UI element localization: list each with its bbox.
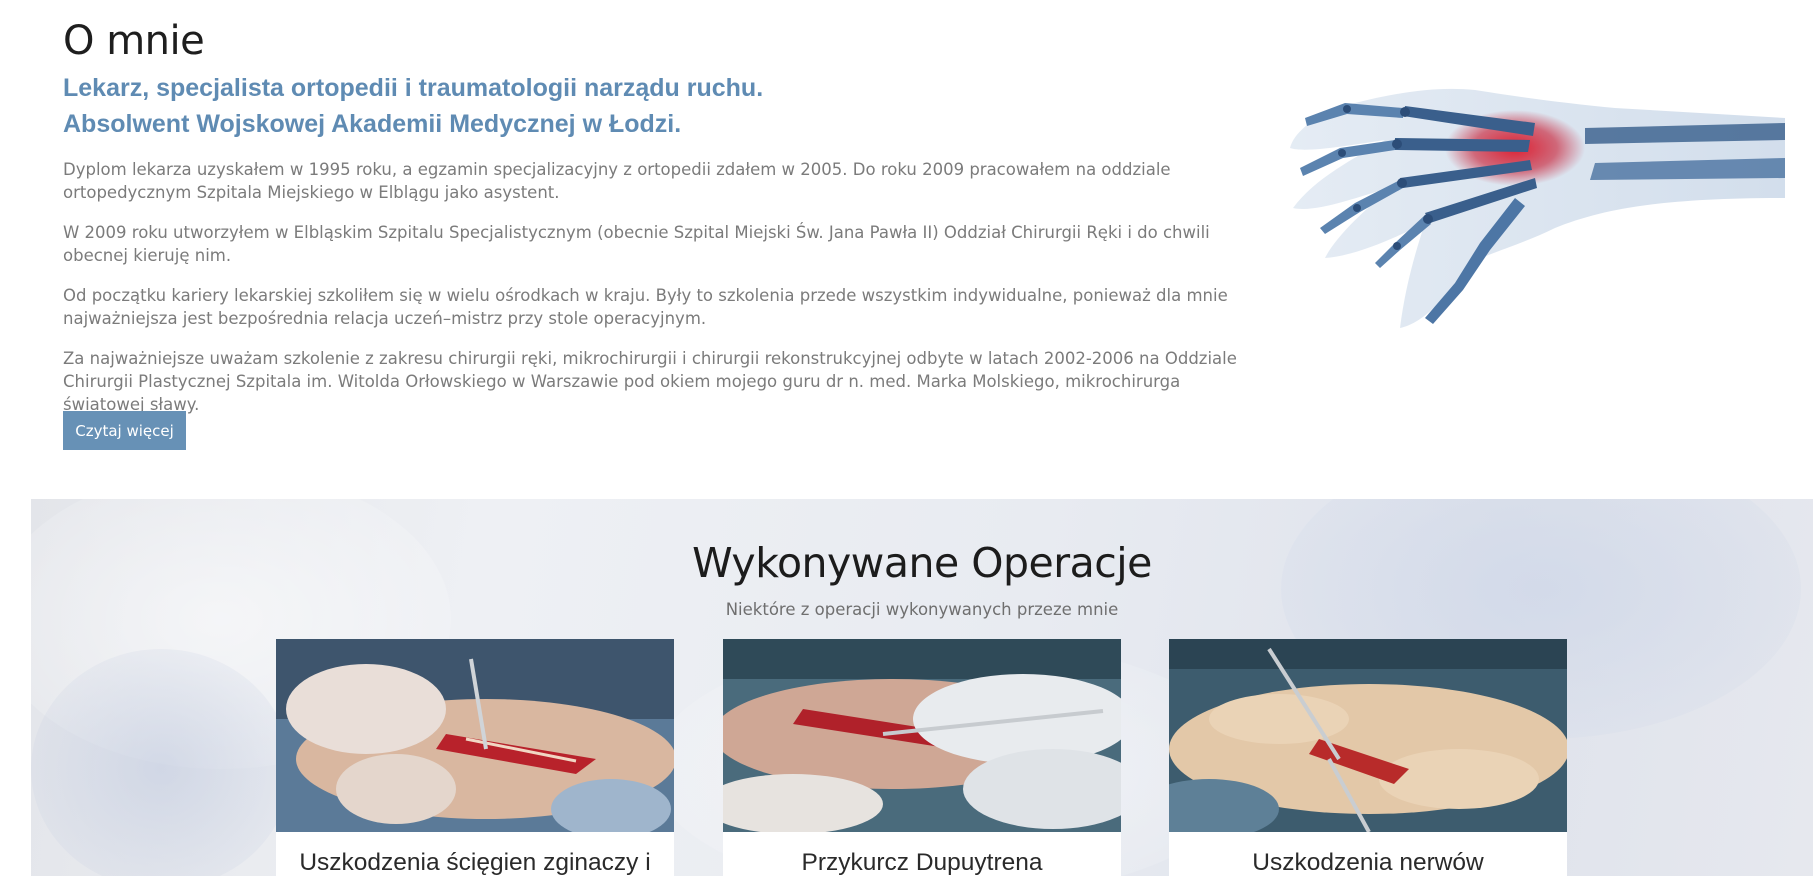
about-title: O mnie <box>63 18 205 64</box>
about-paragraph-microsurgery: Za najważniejsze uważam szkolenie z zakr… <box>63 349 1237 414</box>
operations-subtitle: Niektóre z operacji wykonywanych przeze … <box>725 600 1119 619</box>
operation-card-title: Przykurcz Dupuytrena <box>801 849 1043 876</box>
operation-card-tendon[interactable]: Uszkodzenia ścięgien zginaczy i <box>276 639 674 876</box>
operations-section: Wykonywane Operacje Niektóre z operacji … <box>31 499 1813 876</box>
operation-card-dupuytren[interactable]: Przykurcz Dupuytrena <box>723 639 1121 876</box>
operation-card-title: Uszkodzenia ścięgien zginaczy i <box>299 849 651 876</box>
about-subtitle-specialist: Lekarz, specjalista ortopedii i traumato… <box>63 74 764 102</box>
surgery-photo-dupuytren <box>723 639 1121 832</box>
surgery-photo-tendon <box>276 639 674 832</box>
about-paragraph-training: Od początku kariery lekarskiej szkoliłem… <box>63 286 1228 328</box>
surgery-photo-nerve <box>1169 639 1567 832</box>
operation-card-nerve[interactable]: Uszkodzenia nerwów <box>1169 639 1567 876</box>
operations-title: Wykonywane Operacje <box>692 539 1152 587</box>
about-subtitle-graduate: Absolwent Wojskowej Akademii Medycznej w… <box>63 110 682 138</box>
operation-card-title: Uszkodzenia nerwów <box>1252 849 1484 876</box>
about-paragraph-department: W 2009 roku utworzyłem w Elbląskim Szpit… <box>63 223 1210 265</box>
about-paragraph-diploma: Dyplom lekarza uzyskałem w 1995 roku, a … <box>63 160 1171 202</box>
read-more-button[interactable]: Czytaj więcej <box>63 411 186 450</box>
hand-xray-image <box>1285 78 1785 378</box>
